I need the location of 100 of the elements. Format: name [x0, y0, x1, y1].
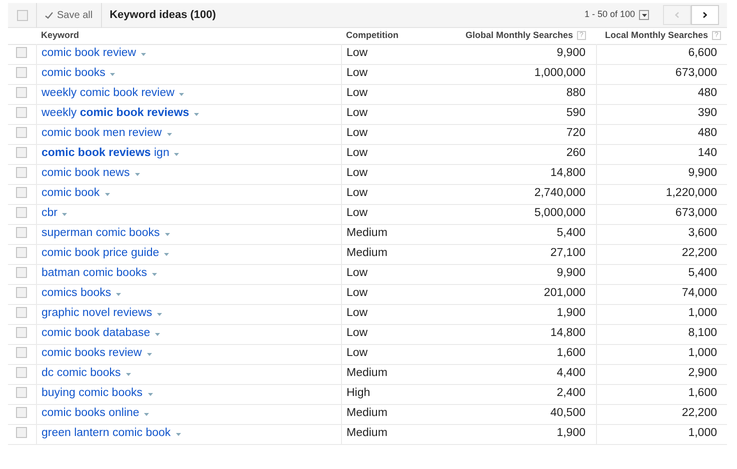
previous-page-button[interactable]: [663, 5, 691, 25]
row-checkbox[interactable]: [16, 67, 28, 78]
keyword-link[interactable]: comic book price guide: [42, 245, 160, 263]
column-header[interactable]: Keyword: [36, 28, 341, 44]
dropdown-caret-icon[interactable]: [62, 212, 68, 216]
keyword-link[interactable]: graphic novel reviews: [42, 305, 152, 323]
keyword-link[interactable]: dc comic books: [42, 365, 121, 383]
keyword-link[interactable]: weekly comic book reviews: [42, 105, 190, 123]
row-checkbox[interactable]: [16, 107, 28, 118]
dropdown-caret-icon[interactable]: [116, 292, 122, 296]
dropdown-caret-icon[interactable]: [157, 312, 162, 316]
table-cell: Low: [341, 264, 446, 284]
row-checkbox[interactable]: [16, 127, 28, 138]
dropdown-caret-icon[interactable]: [148, 392, 152, 396]
dropdown-caret-icon[interactable]: [164, 252, 170, 256]
row-checkbox[interactable]: [16, 387, 28, 398]
dropdown-caret-icon[interactable]: [126, 372, 131, 376]
row-checkbox[interactable]: [16, 427, 28, 438]
table-cell: 9,900: [446, 44, 596, 64]
row-checkbox[interactable]: [16, 307, 28, 318]
table-cell: Low: [341, 104, 446, 124]
dropdown-caret-icon[interactable]: [141, 52, 146, 56]
table-cell: 1,900: [446, 304, 596, 324]
select-all-checkbox[interactable]: [16, 10, 28, 20]
row-checkbox[interactable]: [16, 347, 28, 358]
keyword-link[interactable]: comic books online: [42, 405, 140, 423]
row-checkbox[interactable]: [16, 407, 28, 418]
table-cell: Medium: [341, 404, 446, 424]
row-checkbox[interactable]: [16, 147, 28, 158]
table-cell: 1,000: [596, 344, 727, 364]
table-cell: 880: [446, 84, 596, 104]
dropdown-caret-icon[interactable]: [144, 412, 150, 416]
row-checkbox[interactable]: [16, 167, 28, 178]
keyword-link[interactable]: comic book news: [42, 165, 130, 183]
row-checkbox[interactable]: [16, 367, 28, 378]
table-cell: 140: [596, 144, 727, 164]
pagination-range: 1 - 50 of 100: [584, 8, 635, 22]
chevron-left-icon: [675, 12, 679, 18]
keyword-link[interactable]: comic book reviews ign: [42, 145, 170, 163]
page-size-dropdown[interactable]: [639, 10, 649, 20]
keyword-link[interactable]: comic book men review: [42, 125, 162, 143]
dropdown-caret-icon[interactable]: [104, 192, 110, 196]
keyword-link[interactable]: cbr: [42, 205, 58, 223]
keyword-link[interactable]: superman comic books: [42, 225, 160, 243]
dropdown-caret-icon[interactable]: [176, 432, 181, 436]
row-checkbox[interactable]: [16, 267, 28, 278]
dropdown-caret-icon[interactable]: [174, 152, 180, 156]
row-checkbox[interactable]: [16, 287, 28, 298]
table-cell: 2,400: [446, 384, 596, 404]
table-cell: 74,000: [596, 284, 727, 304]
table-cell: Low: [341, 84, 446, 104]
next-page-button[interactable]: [691, 5, 719, 25]
keyword-link[interactable]: buying comic books: [42, 385, 142, 403]
column-header[interactable]: Competition: [341, 28, 446, 44]
table-cell: 3,600: [596, 224, 727, 244]
keyword-link[interactable]: comic book: [42, 185, 100, 203]
table-title: Keyword ideas (100): [110, 8, 216, 23]
dropdown-caret-icon[interactable]: [155, 332, 160, 336]
table-cell: Low: [341, 124, 446, 144]
table-cell: 1,220,000: [596, 184, 727, 204]
keyword-link[interactable]: comic book database: [42, 325, 150, 343]
checkmark-icon: [45, 12, 53, 18]
row-checkbox[interactable]: [16, 87, 28, 98]
row-checkbox[interactable]: [16, 47, 28, 58]
row-checkbox[interactable]: [16, 247, 28, 258]
table-cell: Low: [341, 64, 446, 84]
dropdown-caret-icon[interactable]: [134, 172, 140, 176]
dropdown-caret-icon[interactable]: [110, 72, 116, 76]
dropdown-caret-icon[interactable]: [146, 352, 152, 356]
table-cell: 1,900: [446, 424, 596, 444]
row-checkbox[interactable]: [16, 207, 28, 218]
dropdown-caret-icon[interactable]: [166, 132, 172, 136]
keyword-link[interactable]: comic books review: [42, 345, 142, 363]
table-cell: Low: [341, 344, 446, 364]
keyword-link[interactable]: comic books: [42, 65, 106, 83]
table-cell: 390: [596, 104, 727, 124]
column-header[interactable]: Global Monthly Searches: [465, 29, 573, 42]
dropdown-caret-icon[interactable]: [194, 112, 200, 116]
keyword-link[interactable]: comics books: [42, 285, 112, 303]
table-cell: 27,100: [446, 244, 596, 264]
table-cell: Low: [341, 324, 446, 344]
keyword-link[interactable]: weekly comic book review: [42, 85, 174, 103]
dropdown-caret-icon[interactable]: [164, 232, 170, 236]
dropdown-caret-icon[interactable]: [152, 272, 157, 276]
table-cell: 40,500: [446, 404, 596, 424]
table-cell: Medium: [341, 364, 446, 384]
row-checkbox[interactable]: [16, 327, 28, 338]
save-all-button[interactable]: Save all: [36, 2, 102, 28]
table-cell: Low: [341, 204, 446, 224]
row-checkbox[interactable]: [16, 227, 28, 238]
table-cell: 1,000: [596, 304, 727, 324]
table-cell: 14,800: [446, 324, 596, 344]
table-cell: Medium: [341, 244, 446, 264]
column-header[interactable]: Local Monthly Searches: [604, 29, 708, 42]
keyword-link[interactable]: batman comic books: [42, 265, 147, 283]
table-cell: 590: [446, 104, 596, 124]
dropdown-caret-icon[interactable]: [179, 92, 184, 96]
row-checkbox[interactable]: [16, 187, 28, 198]
keyword-link[interactable]: green lantern comic book: [42, 425, 171, 443]
keyword-link[interactable]: comic book review: [42, 45, 136, 63]
